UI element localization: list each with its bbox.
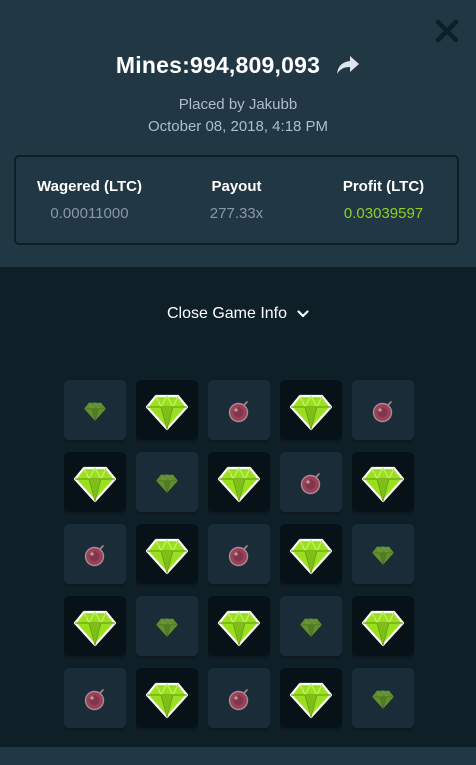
- tile: [280, 452, 342, 515]
- tile: [136, 668, 198, 731]
- mine-icon: [228, 544, 249, 566]
- gem-icon: [289, 538, 333, 575]
- tile: [280, 524, 342, 587]
- gem-icon: [145, 682, 189, 719]
- bet-stats-box: Wagered (LTC) 0.00011000 Payout 277.33x …: [14, 155, 459, 245]
- tile: [136, 452, 198, 515]
- stat-value: 277.33x: [209, 205, 264, 222]
- mine-icon: [84, 544, 105, 566]
- bet-date: October 08, 2018, 4:18 PM: [147, 118, 329, 135]
- mine-icon: [228, 400, 249, 422]
- stat-profit: Profit (LTC) 0.03039597: [310, 157, 457, 243]
- tile: [136, 596, 198, 659]
- tile: [208, 668, 270, 731]
- mine-icon: [228, 688, 249, 710]
- mine-icon: [372, 400, 393, 422]
- tile: [64, 524, 126, 587]
- game-info-header: Mines:994,809,093 Placed by Jakubb Octob…: [0, 0, 476, 267]
- stat-wagered: Wagered (LTC) 0.00011000: [16, 157, 163, 243]
- tile: [64, 596, 126, 659]
- tile: [352, 668, 414, 731]
- gem-icon: [145, 394, 189, 431]
- tile: [352, 452, 414, 515]
- gem-icon: [217, 466, 261, 503]
- gem-icon: [289, 394, 333, 431]
- gem-icon: [300, 618, 322, 638]
- mine-icon: [300, 472, 321, 494]
- toggle-label: Close Game Info: [166, 305, 288, 322]
- gem-icon: [361, 466, 405, 503]
- title-row: Mines:994,809,093: [0, 48, 476, 82]
- mine-icon: [84, 688, 105, 710]
- tile: [136, 380, 198, 443]
- close-game-info-button[interactable]: Close Game Info: [0, 303, 476, 325]
- game-title: Mines:994,809,093: [115, 51, 321, 78]
- tile: [208, 452, 270, 515]
- gem-icon: [73, 466, 117, 503]
- gem-icon: [372, 690, 394, 710]
- chevron-down-icon: [297, 310, 309, 318]
- stat-label: Payout: [211, 178, 262, 195]
- tile: [64, 452, 126, 515]
- tile: [352, 524, 414, 587]
- gem-icon: [84, 402, 106, 422]
- tile: [208, 596, 270, 659]
- stat-value: 0.03039597: [343, 205, 424, 222]
- tile: [64, 380, 126, 443]
- stat-label: Profit (LTC): [342, 178, 425, 195]
- gem-icon: [156, 474, 178, 494]
- gem-icon: [372, 546, 394, 566]
- gem-icon: [289, 682, 333, 719]
- gem-icon: [145, 538, 189, 575]
- tile: [64, 668, 126, 731]
- placed-by: Placed by Jakubb: [178, 96, 298, 113]
- gem-icon: [73, 610, 117, 647]
- gem-icon: [361, 610, 405, 647]
- tile: [208, 524, 270, 587]
- tile: [352, 380, 414, 443]
- bottom-bar: [0, 747, 476, 765]
- stat-value: 0.00011000: [50, 205, 129, 222]
- mines-board: [64, 380, 414, 731]
- stat-payout: Payout 277.33x: [163, 157, 310, 243]
- gem-icon: [217, 610, 261, 647]
- stat-label: Wagered (LTC): [37, 178, 142, 195]
- tile: [208, 380, 270, 443]
- share-icon[interactable]: [336, 54, 360, 76]
- tile: [280, 596, 342, 659]
- gem-icon: [156, 618, 178, 638]
- close-icon[interactable]: [434, 18, 460, 44]
- tile: [352, 596, 414, 659]
- tile: [136, 524, 198, 587]
- tile: [280, 668, 342, 731]
- tile: [280, 380, 342, 443]
